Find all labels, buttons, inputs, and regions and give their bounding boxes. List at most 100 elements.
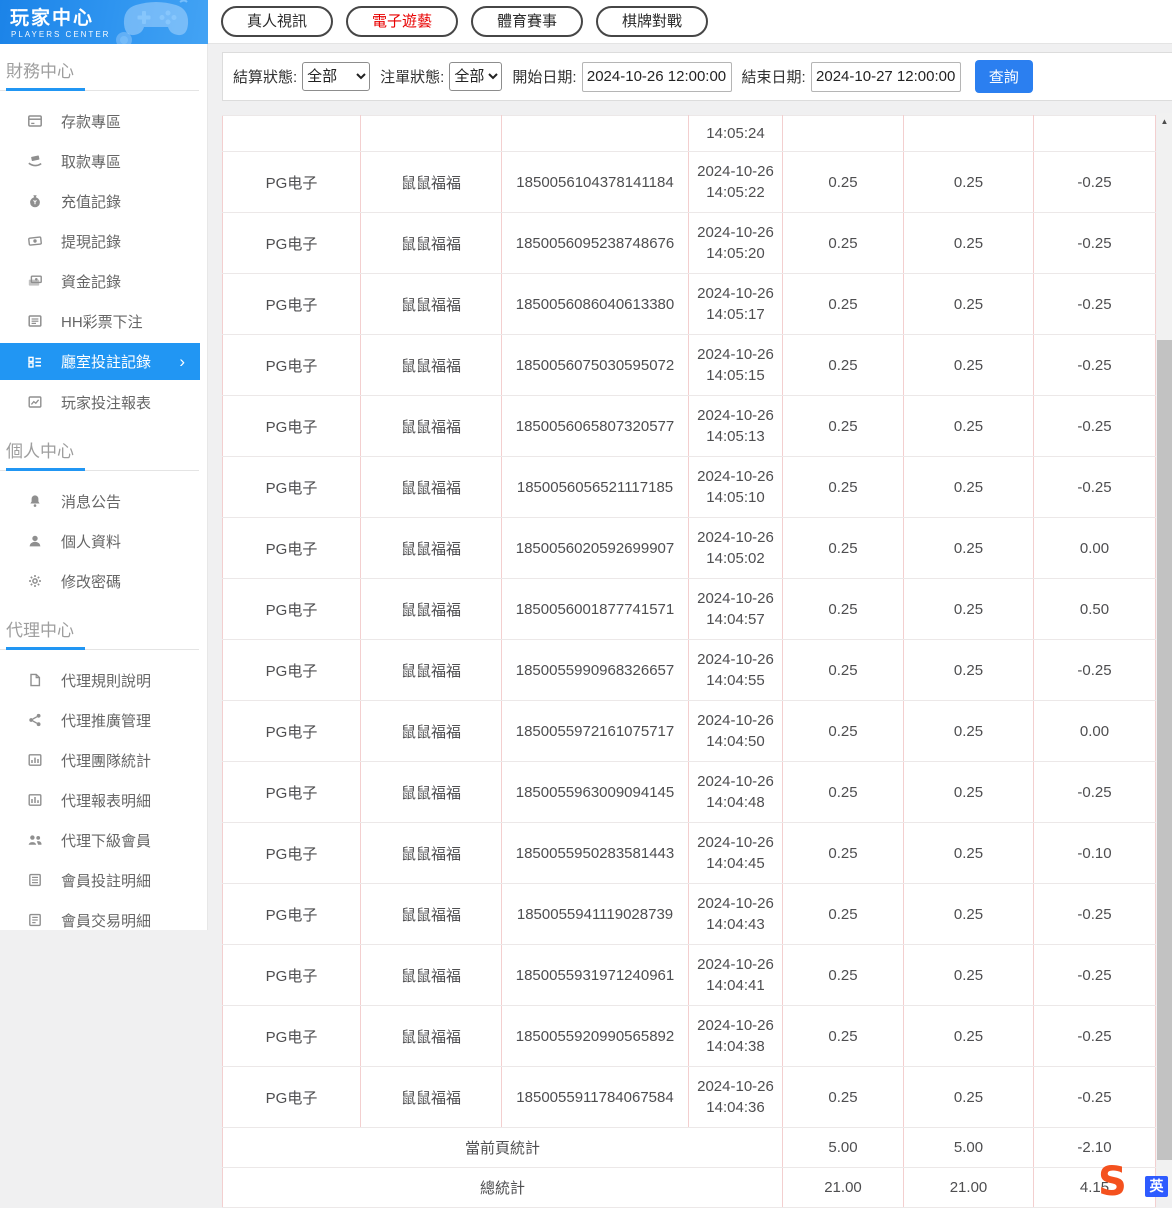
sidebar-item-lottery-bet[interactable]: HH彩票下注 (0, 301, 207, 341)
sidebar-item-member-trans-detail[interactable]: 會員交易明細 (0, 900, 207, 930)
sidebar-item-withdraw[interactable]: 取款專區 (0, 141, 207, 181)
bet-date: 2024-10-26 (697, 468, 774, 485)
table-row: PG电子 鼠鼠福福 1850056086040613380 2024-10-26 14:… (222, 273, 1156, 335)
table-row: PG电子 鼠鼠福福 1850056056521117185 2024-10-26 14:… (222, 456, 1156, 518)
cell-time: 2024-10-26 14:04:41 (688, 944, 783, 1006)
agent-promo-icon (27, 712, 43, 728)
end-date-label: 結束日期: (741, 69, 806, 86)
tab-棋牌對戰[interactable]: 棋牌對戰 (596, 6, 709, 37)
bet-date: 2024-10-26 (697, 590, 774, 607)
summary-row-current-page: 當前頁統計 5.00 5.00 -2.10 (222, 1127, 1156, 1168)
cell-valid-bet: 0.25 (903, 334, 1034, 396)
cell-game: 鼠鼠福福 (360, 1066, 502, 1128)
sidebar-item-label: 代理團隊統計 (61, 752, 152, 770)
sidebar-item-recharge-record[interactable]: 充值記錄 (0, 181, 207, 221)
sidebar-item-deposit[interactable]: 存款專區 (0, 101, 207, 141)
sidebar-header: 玩家中心 PLAYERS CENTER (0, 0, 208, 44)
deposit-icon (27, 113, 43, 129)
sidebar-nav: 財務中心 存款專區 取款專區 充值記錄 提現記錄 資金記錄 HH彩票下注 廳室投註記錄 › 玩家投… (0, 44, 208, 930)
sidebar-item-room-bet-record[interactable]: 廳室投註記錄 › (0, 343, 200, 380)
sidebar-item-message[interactable]: 消息公告 (0, 481, 207, 521)
cell-platform: PG电子 (222, 883, 361, 945)
translate-language-badge[interactable]: 英 (1145, 1176, 1168, 1197)
cell-time: 2024-10-26 14:04:36 (688, 1066, 783, 1128)
sidebar-section-items: 消息公告 個人資料 修改密碼 (0, 481, 207, 601)
sidebar-item-member-bet-detail[interactable]: 會員投註明細 (0, 860, 207, 900)
cell-bet: 0.25 (782, 212, 904, 274)
scrollbar-thumb[interactable] (1157, 340, 1172, 1160)
cell-order-id: 1850055931971240961 (501, 944, 689, 1006)
vertical-scrollbar[interactable]: ▲ (1157, 113, 1172, 1199)
bet-date: 2024-10-26 (697, 956, 774, 973)
cell-time: 2024-10-26 14:04:45 (688, 822, 783, 884)
cell-profit: -0.25 (1033, 883, 1156, 945)
tab-電子遊藝[interactable]: 電子遊藝 (346, 6, 459, 37)
cell-order-id: 1850056056521117185 (501, 456, 689, 518)
cell-valid-bet: 0.25 (903, 273, 1034, 335)
table-footer: 當前頁統計 5.00 5.00 -2.10 總統計 21.00 21.00 4.… (222, 1127, 1156, 1208)
cell-bet: 0.25 (782, 517, 904, 579)
cell-valid-bet: 0.25 (903, 1005, 1034, 1067)
cell-game: 鼠鼠福福 (360, 151, 502, 213)
cell-platform: PG电子 (222, 1005, 361, 1067)
cell-order-id: 1850055950283581443 (501, 822, 689, 884)
cell-time: 2024-10-26 14:04:50 (688, 700, 783, 762)
tab-體育賽事[interactable]: 體育賽事 (471, 6, 584, 37)
cell-time: 2024-10-26 14:04:38 (688, 1005, 783, 1067)
table-row: PG电子 鼠鼠福福 1850055963009094145 2024-10-26 14:… (222, 761, 1156, 823)
cell-order-id: 1850055972161075717 (501, 700, 689, 762)
cell-valid-bet: 0.25 (903, 456, 1034, 518)
sidebar-item-label: 資金記錄 (61, 273, 122, 291)
sidebar-item-profile[interactable]: 個人資料 (0, 521, 207, 561)
search-button[interactable]: 查詢 (974, 60, 1033, 93)
cell-game: 鼠鼠福福 (360, 700, 502, 762)
table-row: PG电子 鼠鼠福福 1850055911784067584 2024-10-26 14:… (222, 1066, 1156, 1128)
profile-icon (27, 533, 43, 549)
sidebar-item-player-report[interactable]: 玩家投注報表 (0, 382, 207, 422)
cell-profit: -0.25 (1033, 395, 1156, 457)
sidebar-item-label: 廳室投註記錄 (61, 354, 152, 371)
table-row: PG电子 鼠鼠福福 1850056075030595072 2024-10-26 14:… (222, 334, 1156, 396)
member-bet-detail-icon (27, 872, 43, 888)
sidebar-item-fund-record[interactable]: 資金記錄 (0, 261, 207, 301)
translate-widget[interactable]: S 英 (1098, 1159, 1172, 1205)
cell-platform: PG电子 (222, 517, 361, 579)
scroll-up-icon[interactable]: ▲ (1157, 117, 1172, 126)
cell-game: 鼠鼠福福 (360, 517, 502, 579)
withdraw-icon (27, 153, 43, 169)
sidebar-item-agent-members[interactable]: 代理下級會員 (0, 820, 207, 860)
sidebar-item-agent-rule[interactable]: 代理規則說明 (0, 660, 207, 700)
cell-time: 2024-10-26 14:05:02 (688, 517, 783, 579)
cell-order-id: 1850056075030595072 (501, 334, 689, 396)
grand-total-bet: 21.00 (782, 1167, 904, 1208)
sidebar-item-agent-report[interactable]: 代理報表明細 (0, 780, 207, 820)
table-row-partial: 14:05:24 (222, 115, 1156, 152)
bet-time: 14:04:45 (706, 855, 765, 872)
filter-bar: 結算狀態: 全部 注單狀態: 全部 開始日期: 結束日期: 查詢 (222, 52, 1172, 101)
grand-total-label: 總統計 (222, 1167, 783, 1208)
translate-logo-icon[interactable]: S (1098, 1159, 1127, 1205)
bet-records-table: 14:05:24 PG电子 鼠鼠福福 1850056104378141184 2024… (222, 115, 1156, 1208)
cell-profit: -0.10 (1033, 822, 1156, 884)
bet-date: 2024-10-26 (697, 1078, 774, 1095)
sidebar-item-agent-team[interactable]: 代理團隊統計 (0, 740, 207, 780)
cell-platform: PG电子 (222, 639, 361, 701)
message-icon (27, 493, 43, 509)
end-date-input[interactable] (810, 61, 961, 92)
cell-order-id: 1850056065807320577 (501, 395, 689, 457)
section-divider (0, 647, 199, 650)
tab-真人視訊[interactable]: 真人視訊 (221, 6, 334, 37)
settle-status-select[interactable]: 全部 (302, 62, 371, 91)
sidebar-section-items: 存款專區 取款專區 充值記錄 提現記錄資金記錄 HH彩票下注廳室投註記錄 › 玩家投注報表 (0, 101, 207, 422)
section-divider (0, 468, 199, 471)
sidebar-item-label: HH彩票下注 (61, 313, 143, 331)
cell-platform: PG电子 (222, 700, 361, 762)
start-date-input[interactable] (581, 61, 732, 92)
sidebar-item-agent-promo[interactable]: 代理推廣管理 (0, 700, 207, 740)
sidebar-item-password[interactable]: 修改密碼 (0, 561, 207, 601)
order-status-select[interactable]: 全部 (449, 62, 503, 91)
sidebar-item-withdrawal-record[interactable]: 提現記錄 (0, 221, 207, 261)
cell-bet: 0.25 (782, 273, 904, 335)
bet-time: 14:05:22 (706, 184, 765, 201)
cell-game: 鼠鼠福福 (360, 639, 502, 701)
